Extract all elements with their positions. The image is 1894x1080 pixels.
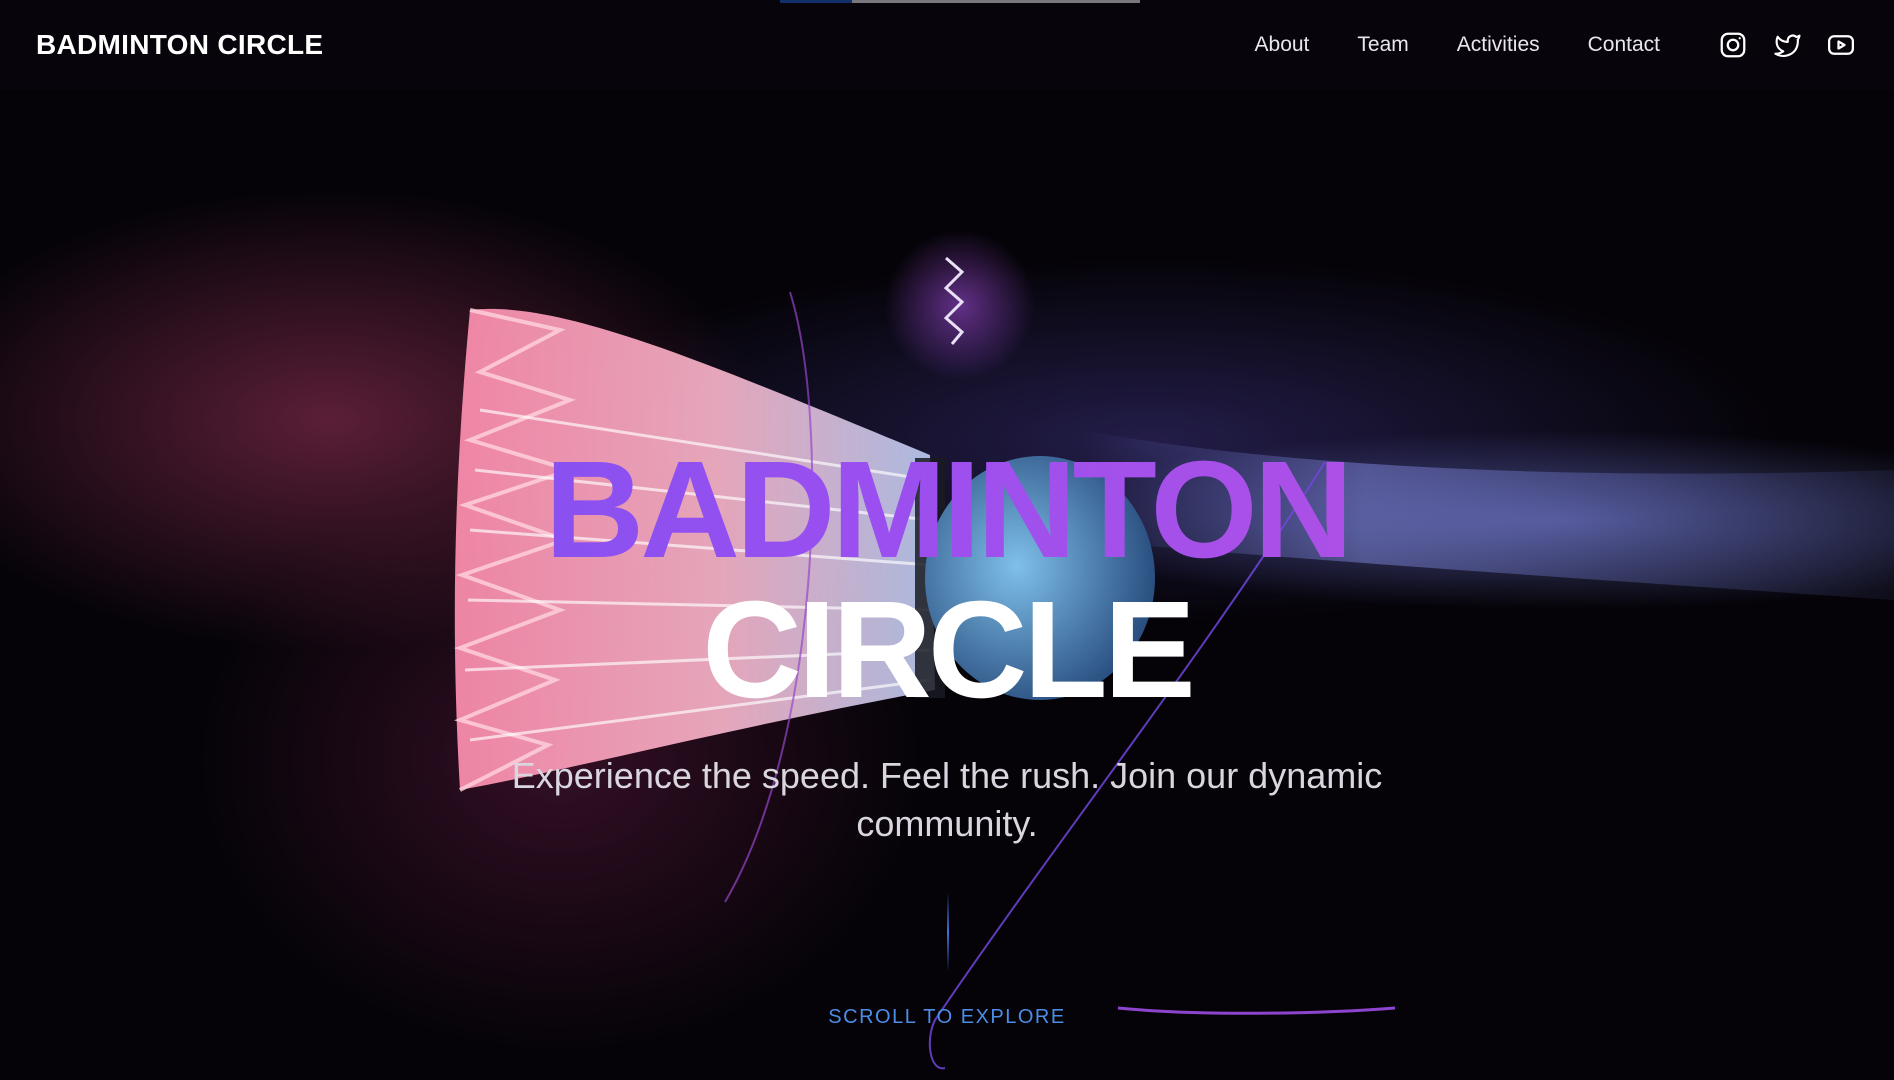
brand-logo[interactable]: BADMINTON CIRCLE: [36, 29, 323, 61]
nav-link-contact[interactable]: Contact: [1588, 33, 1660, 57]
social-links: [1696, 28, 1858, 62]
hero-subtitle: Experience the speed. Feel the rush. Joi…: [511, 755, 1383, 844]
scroll-to-explore-link[interactable]: SCROLL TO EXPLORE: [797, 1006, 1097, 1029]
nav-link-team[interactable]: Team: [1357, 33, 1408, 57]
hero-title-line1: BADMINTON: [0, 440, 1894, 580]
hero-title-line2: CIRCLE: [702, 573, 1196, 727]
hero-headline: BADMINTON CIRCLE: [0, 440, 1894, 720]
nav-link-activities[interactable]: Activities: [1457, 33, 1540, 57]
nav-links: About Team Activities Contact: [1207, 28, 1858, 62]
instagram-icon[interactable]: [1716, 28, 1750, 62]
twitter-icon[interactable]: [1770, 28, 1804, 62]
decorative-underline: [1117, 1006, 1396, 1015]
top-navbar: BADMINTON CIRCLE About Team Activities C…: [0, 0, 1894, 90]
youtube-icon[interactable]: [1824, 28, 1858, 62]
scroll-indicator-line: [947, 892, 949, 972]
nav-link-about[interactable]: About: [1255, 33, 1310, 57]
